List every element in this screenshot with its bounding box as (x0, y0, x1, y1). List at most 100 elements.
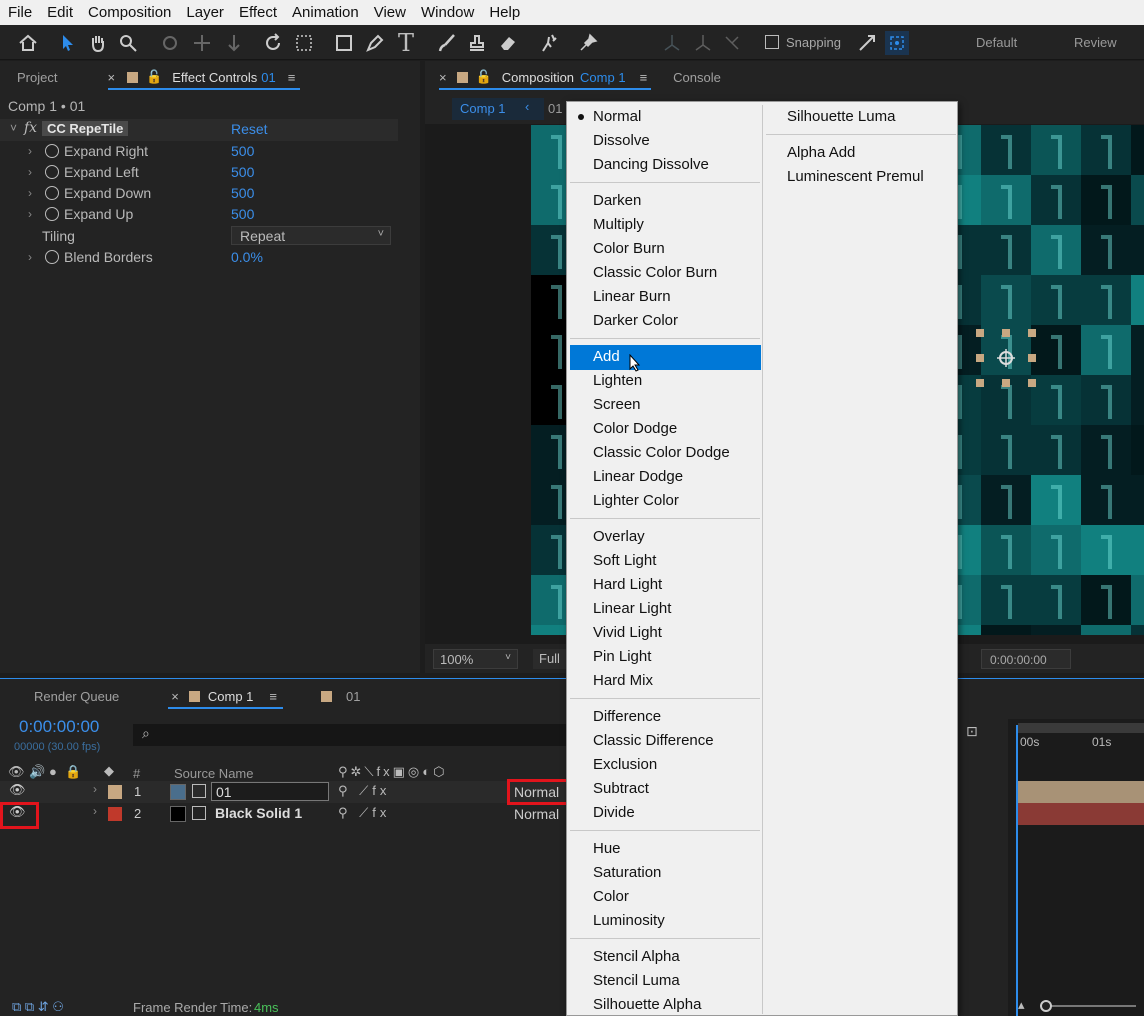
tab-effect-controls[interactable]: Effect Controls (172, 70, 257, 85)
layer-switches-icons[interactable]: ⚲ ⟋fx (338, 783, 390, 799)
playhead[interactable] (1016, 725, 1018, 1016)
blend-mode-classic-color-dodge[interactable]: Classic Color Dodge (593, 441, 730, 465)
zoom-dropdown[interactable]: 100% ˅ (433, 649, 518, 669)
blend-mode-color-dodge[interactable]: Color Dodge (593, 417, 677, 441)
blend-mode-multiply[interactable]: Multiply (593, 213, 644, 237)
layer-name[interactable]: Black Solid 1 (211, 804, 306, 823)
param-value[interactable]: 0.0% (231, 249, 263, 265)
reset-link[interactable]: Reset (231, 121, 268, 137)
snap-grid-icon[interactable] (885, 31, 909, 55)
param-value[interactable]: 500 (231, 185, 254, 201)
blend-mode-dissolve[interactable]: Dissolve (593, 129, 650, 153)
stopwatch-icon[interactable] (45, 207, 59, 222)
blend-mode-divide[interactable]: Divide (593, 801, 635, 825)
anchor-tool-icon[interactable] (292, 31, 316, 55)
blend-mode-linear-light[interactable]: Linear Light (593, 597, 671, 621)
blend-mode-color-burn[interactable]: Color Burn (593, 237, 665, 261)
blend-mode-saturation[interactable]: Saturation (593, 861, 661, 885)
eraser-tool-icon[interactable] (496, 31, 520, 55)
chevron-right-icon[interactable]: › (93, 804, 97, 818)
blend-mode-classic-difference[interactable]: Classic Difference (593, 729, 714, 753)
blend-mode-lighter-color[interactable]: Lighter Color (593, 489, 679, 513)
type-tool-icon[interactable]: T (394, 29, 418, 57)
chevron-right-icon[interactable]: › (28, 207, 32, 221)
lock-icon[interactable]: 🔓 (146, 69, 162, 85)
zoom-slider-handle[interactable] (1040, 1000, 1052, 1012)
switches-icons[interactable]: ⚲✲⟍fx▣◎◐⬡ (338, 764, 447, 780)
menu-window[interactable]: Window (421, 4, 474, 21)
layer-bar-01[interactable] (1018, 781, 1144, 803)
audio-icon[interactable]: 🔊 (29, 764, 45, 780)
layer-switches-icons[interactable]: ⚲ ⟋fx (338, 805, 390, 821)
menu-help[interactable]: Help (489, 4, 520, 21)
layer-row[interactable]: 👁 › 1 01 ⚲ ⟋fx Normal (0, 781, 566, 803)
blend-mode-pin-light[interactable]: Pin Light (593, 645, 651, 669)
blend-mode-hue[interactable]: Hue (593, 837, 621, 861)
axis-view-icon[interactable] (720, 31, 744, 55)
blend-mode-hard-mix[interactable]: Hard Mix (593, 669, 653, 693)
timeline-track-area[interactable]: 00s 01s (1008, 719, 1144, 1016)
blend-mode-silhouette-luma[interactable]: Silhouette Luma (787, 105, 895, 129)
menu-edit[interactable]: Edit (47, 4, 73, 21)
lock-icon[interactable]: 🔓 (476, 69, 492, 85)
layer-name[interactable]: 01 (211, 782, 329, 801)
tab-console[interactable]: Console (673, 70, 721, 85)
layer-mode-dropdown[interactable]: Normal (514, 806, 559, 822)
roto-brush-icon[interactable] (537, 31, 561, 55)
effect-name[interactable]: CC RepeTile (42, 121, 129, 136)
close-icon[interactable]: × (171, 689, 179, 704)
pen-tool-icon[interactable] (363, 31, 387, 55)
chevron-right-icon[interactable]: › (28, 165, 32, 179)
blend-mode-overlay[interactable]: Overlay (593, 525, 645, 549)
blend-mode-stencil-alpha[interactable]: Stencil Alpha (593, 945, 680, 969)
chevron-left-icon[interactable]: ‹ (525, 99, 529, 114)
param-value[interactable]: 500 (231, 164, 254, 180)
stopwatch-icon[interactable] (45, 186, 59, 201)
eye-icon[interactable]: 👁 (9, 782, 26, 798)
zoom-out-icon[interactable]: ▴ (1018, 997, 1025, 1013)
param-value[interactable]: 500 (231, 143, 254, 159)
panel-menu-icon[interactable]: ≡ (269, 689, 277, 704)
blend-mode-exclusion[interactable]: Exclusion (593, 753, 657, 777)
subtab-comp[interactable]: Comp 1 (452, 98, 544, 120)
blend-mode-soft-light[interactable]: Soft Light (593, 549, 656, 573)
label-tag-icon[interactable]: ◆ (104, 763, 114, 779)
timeline-timecode[interactable]: 0:00:00:00 (19, 717, 99, 737)
workspace-default[interactable]: Default (976, 35, 1017, 50)
comp-flowchart-icon[interactable]: ⊡ (966, 723, 978, 740)
blend-mode-difference[interactable]: Difference (593, 705, 661, 729)
blend-mode-linear-dodge[interactable]: Linear Dodge (593, 465, 683, 489)
tab-comp[interactable]: Comp 1 (208, 689, 254, 704)
chevron-down-icon[interactable]: ˅ (10, 121, 17, 135)
blend-mode-subtract[interactable]: Subtract (593, 777, 649, 801)
pan-tool-icon[interactable] (190, 31, 214, 55)
blend-mode-darker-color[interactable]: Darker Color (593, 309, 678, 333)
orbit-tool-icon[interactable] (158, 31, 182, 55)
menu-composition[interactable]: Composition (88, 4, 171, 21)
solo-icon[interactable]: ● (49, 764, 57, 779)
blend-mode-stencil-luma[interactable]: Stencil Luma (593, 969, 680, 993)
tab-project[interactable]: Project (17, 70, 57, 85)
menu-file[interactable]: File (8, 4, 32, 21)
eye-icon[interactable]: 👁 (8, 764, 25, 780)
dolly-tool-icon[interactable] (222, 31, 246, 55)
snapping-checkbox[interactable] (765, 35, 779, 49)
panel-menu-icon[interactable]: ≡ (640, 70, 648, 85)
menu-view[interactable]: View (374, 4, 406, 21)
zoom-tool-icon[interactable] (116, 31, 140, 55)
stopwatch-icon[interactable] (45, 143, 59, 158)
subtab-layer[interactable]: 01 (548, 101, 562, 116)
blend-mode-add[interactable]: Add (593, 345, 620, 369)
layer-label-color[interactable] (108, 785, 122, 799)
blend-mode-normal[interactable]: Normal (593, 105, 641, 129)
comp-timecode[interactable]: 0:00:00:00 (981, 649, 1071, 669)
blend-mode-hard-light[interactable]: Hard Light (593, 573, 662, 597)
zoom-slider[interactable] (1046, 1005, 1136, 1007)
tiling-dropdown[interactable]: Repeat ˅ (231, 226, 391, 245)
layer-row[interactable]: 👁 › 2 Black Solid 1 ⚲ ⟋fx Normal (0, 803, 566, 825)
axis-local-icon[interactable] (660, 31, 684, 55)
layer-label-color[interactable] (108, 807, 122, 821)
work-area-bar[interactable] (1018, 723, 1144, 733)
blend-mode-silhouette-alpha[interactable]: Silhouette Alpha (593, 993, 701, 1016)
chevron-right-icon[interactable]: › (28, 144, 32, 158)
